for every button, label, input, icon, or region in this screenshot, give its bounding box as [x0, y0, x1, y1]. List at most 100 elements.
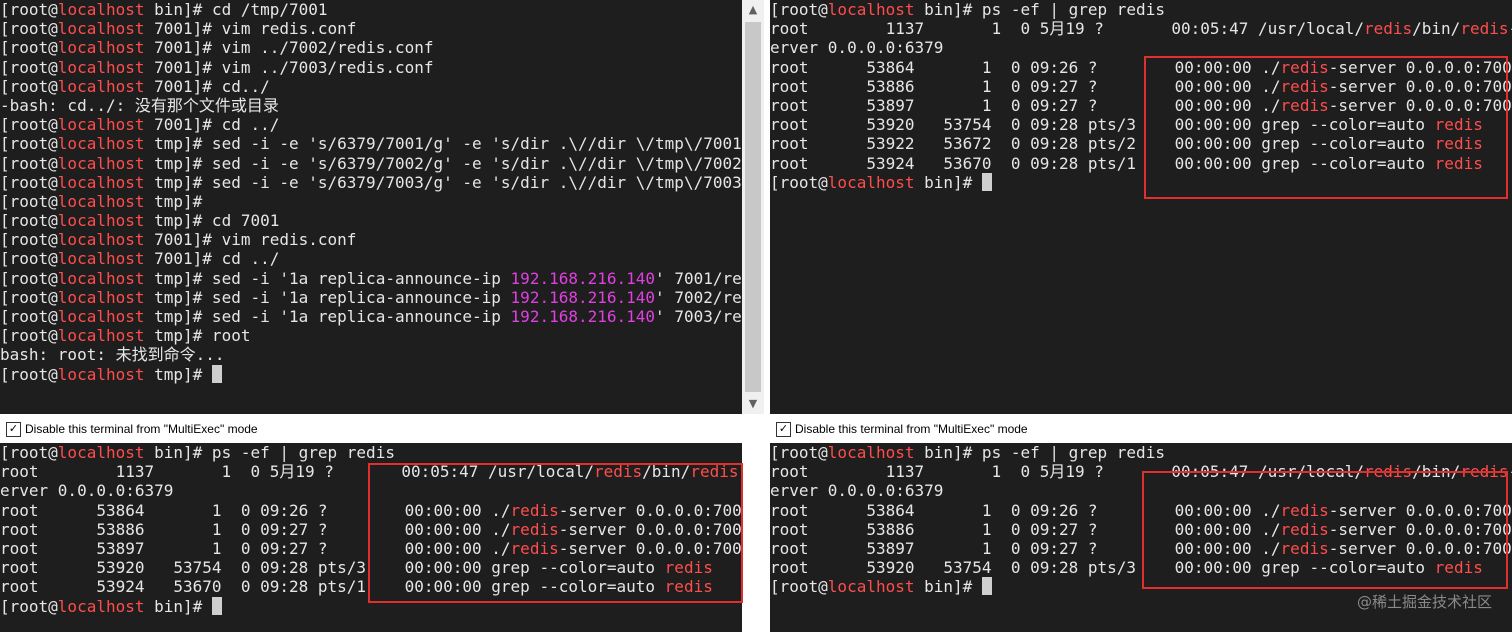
- scroll-up-arrow-icon[interactable]: ▲: [742, 0, 764, 20]
- terminal-line: [root@localhost 7001]# cd../: [0, 77, 742, 96]
- scroll-down-arrow-icon[interactable]: ▼: [742, 394, 764, 414]
- line-text: [root@: [770, 443, 828, 462]
- watermark: @稀土掘金技术社区: [1356, 593, 1492, 611]
- line-text: [root@: [0, 443, 58, 462]
- terminal-line: [root@localhost tmp]# sed -i -e 's/6379/…: [0, 173, 742, 192]
- terminal-line: [root@localhost 7001]# cd ../: [0, 249, 742, 268]
- line-text: tmp]# sed -i '1a replica-announce-ip: [144, 287, 511, 307]
- line-text: tmp]#: [144, 191, 203, 211]
- hostname-text: localhost: [57, 115, 145, 135]
- hostname-text: localhost: [827, 172, 915, 192]
- terminal-line: bash: root: 未找到命令...: [0, 345, 742, 364]
- terminal-line: root 1137 1 0 5月19 ? 00:05:47 /usr/local…: [770, 19, 1512, 38]
- line-text: [root@: [0, 249, 58, 269]
- line-text: bin]#: [914, 172, 982, 192]
- line-text: [root@: [0, 287, 58, 307]
- hostname-text: localhost: [57, 443, 145, 462]
- hostname-text: localhost: [57, 57, 145, 77]
- hostname-text: localhost: [57, 172, 145, 192]
- terminal-line: [root@localhost tmp]# sed -i '1a replica…: [0, 288, 742, 307]
- line-text: [root@: [0, 38, 58, 58]
- hostname-text: localhost: [57, 19, 145, 39]
- hostname-text: localhost: [57, 230, 145, 250]
- hostname-text: localhost: [57, 153, 145, 173]
- line-text: [root@: [0, 268, 58, 288]
- line-text: [root@: [770, 172, 828, 192]
- ip-text: 192.168.216.140: [510, 307, 656, 326]
- line-text: [root@: [0, 115, 58, 135]
- ip-text: 192.168.216.140: [510, 287, 656, 307]
- line-text: root@: [9, 0, 58, 19]
- line-text: [root@: [770, 577, 828, 597]
- terminal-line: [root@localhost tmp]# root: [0, 326, 742, 345]
- multiexec-toggle-left[interactable]: ✓ Disable this terminal from "MultiExec"…: [0, 416, 742, 442]
- terminal-top-left-scrollbar[interactable]: ▲ ▼: [742, 0, 764, 414]
- line-text: -bash: cd../: 没有那个文件或目录: [0, 95, 279, 115]
- multiexec-label: Disable this terminal from "MultiExec" m…: [25, 422, 258, 436]
- hostname-text: localhost: [57, 211, 145, 231]
- line-text: erver 0.0.0.0:6379: [770, 38, 944, 58]
- line-text: [root@: [0, 596, 58, 616]
- highlight-box: [1144, 56, 1508, 199]
- hostname-text: localhost: [57, 249, 145, 269]
- terminal-line: [root@localhost 7001]# vim redis.conf: [0, 19, 742, 38]
- line-text: [root@: [0, 19, 58, 39]
- text-cursor: [981, 577, 992, 596]
- terminal-line: [root@localhost tmp]#: [0, 364, 742, 384]
- match-highlight: redis: [1460, 19, 1509, 39]
- terminal-line: [root@localhost 7001]# vim ../7003/redis…: [0, 58, 742, 77]
- text-cursor: [211, 364, 222, 383]
- line-text: [root@: [0, 76, 58, 96]
- line-text: tmp]# sed -i '1a replica-announce-ip: [144, 307, 511, 326]
- line-text: 7001]# vim ../7002/redis.conf: [144, 38, 434, 58]
- terminal-output: [root@localhost bin]# cd /tmp/7001 [root@…: [0, 0, 742, 414]
- line-text: tmp]#: [144, 364, 212, 384]
- hostname-text: localhost: [57, 76, 145, 96]
- line-text: bin]# cd /tmp/7001: [144, 0, 328, 19]
- line-text: [root@: [0, 134, 58, 154]
- terminal-line: -bash: cd../: 没有那个文件或目录: [0, 96, 742, 115]
- line-text: tmp]# cd 7001: [144, 211, 280, 231]
- hostname-text: localhost: [57, 596, 145, 616]
- line-text: ' 7003/re: [655, 307, 742, 326]
- line-text: tmp]# sed -i -e 's/6379/7002/g' -e 's/di…: [144, 153, 742, 173]
- hostname-text: localhost: [57, 268, 145, 288]
- multiexec-label: Disable this terminal from "MultiExec" m…: [795, 422, 1028, 436]
- line-text: bash: root: 未找到命令...: [0, 345, 225, 365]
- scrollbar-thumb[interactable]: [745, 22, 761, 392]
- hostname-text: localhost: [57, 364, 145, 384]
- line-text: bin]# ps -ef | grep redis: [914, 0, 1165, 19]
- multiexec-toggle-right[interactable]: ✓ Disable this terminal from "MultiExec"…: [770, 416, 1512, 442]
- line-text: 7001]# vim ../7003/redis.conf: [144, 57, 434, 77]
- line-text: 7001]# cd ../: [144, 249, 280, 269]
- terminal-top-left[interactable]: [root@localhost bin]# cd /tmp/7001 [root@…: [0, 0, 742, 414]
- line-text: [root@: [0, 211, 58, 231]
- highlight-box: [368, 463, 743, 603]
- line-text: 7001]# cd ../: [144, 115, 280, 135]
- line-text: /bin/: [1412, 19, 1461, 39]
- ip-text: 192.168.216.140: [510, 268, 656, 288]
- checkbox-checked-icon[interactable]: ✓: [776, 421, 791, 437]
- terminal-line: [root@localhost bin]# ps -ef | grep redi…: [0, 443, 742, 462]
- line-text: [root@: [0, 153, 58, 173]
- line-text: -s: [1508, 19, 1512, 38]
- terminal-line: [root@localhost bin]# ps -ef | grep redi…: [770, 443, 1512, 462]
- terminal-line: [root@localhost tmp]#: [0, 192, 742, 211]
- hostname-text: localhost: [57, 0, 145, 19]
- hostname-text: localhost: [827, 577, 915, 597]
- hostname-text: localhost: [57, 326, 145, 346]
- terminal-line: [root@localhost bin]# ps -ef | grep redi…: [770, 0, 1512, 19]
- hostname-text: localhost: [57, 191, 145, 211]
- line-text: tmp]# sed -i -e 's/6379/7001/g' -e 's/di…: [144, 134, 742, 154]
- line-text: [root@: [0, 230, 58, 250]
- line-text: [: [0, 0, 10, 19]
- hostname-text: localhost: [57, 38, 145, 58]
- line-text: [root@: [0, 307, 58, 326]
- line-text: [root@: [0, 364, 58, 384]
- line-text: bin]# ps -ef | grep redis: [144, 443, 395, 462]
- checkbox-checked-icon[interactable]: ✓: [6, 421, 21, 437]
- hostname-text: localhost: [57, 287, 145, 307]
- line-text: tmp]# root: [144, 326, 251, 346]
- line-text: tmp]# sed -i -e 's/6379/7003/g' -e 's/di…: [144, 172, 742, 192]
- terminal-line: [root@localhost 7001]# cd ../: [0, 115, 742, 134]
